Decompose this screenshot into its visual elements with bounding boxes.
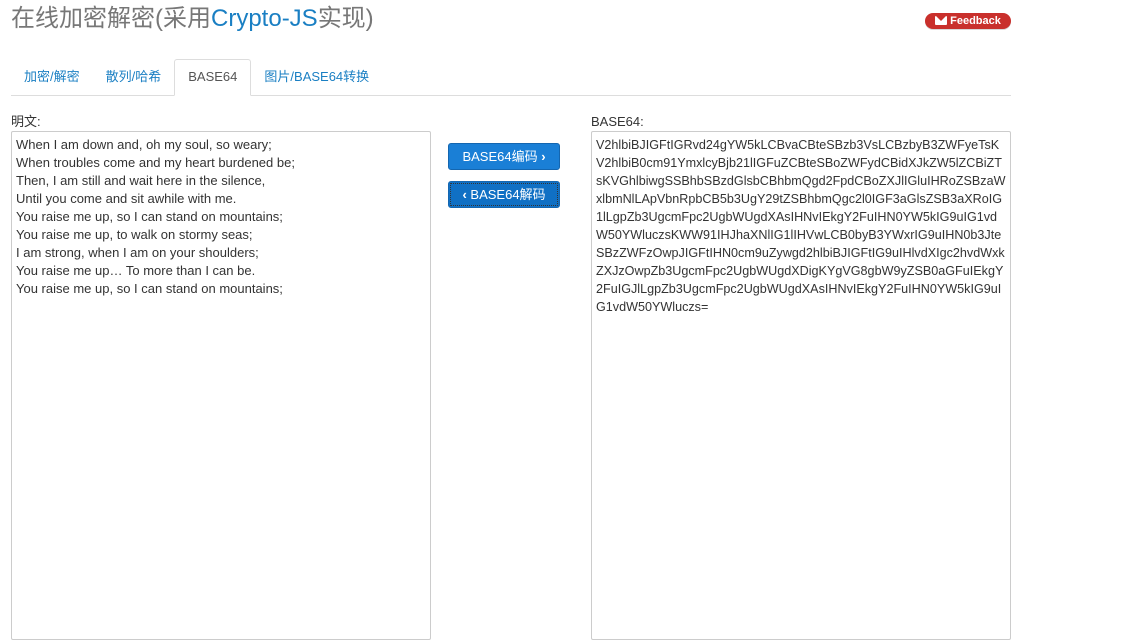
tab-encrypt-decrypt[interactable]: 加密/解密	[11, 59, 93, 94]
page-title: 在线加密解密(采用Crypto-JS实现)	[11, 4, 374, 34]
feedback-label: Feedback	[950, 15, 1001, 27]
base64-textarea[interactable]: V2hlbiBJIGFtIGRvd24gYW5kLCBvaCBteSBzb3Vs…	[591, 131, 1011, 640]
plaintext-line: When troubles come and my heart burdened…	[16, 155, 295, 170]
base64-label: BASE64:	[591, 114, 644, 129]
envelope-icon	[935, 16, 948, 25]
plaintext-line: I am strong, when I am on your shoulders…	[16, 245, 259, 260]
plaintext-line: When I am down and, oh my soul, so weary…	[16, 137, 272, 152]
base64-encode-button[interactable]: BASE64编码 ›	[448, 143, 560, 170]
tab-hash[interactable]: 散列/哈希	[93, 59, 175, 94]
plaintext-line: You raise me up… To more than I can be.	[16, 263, 256, 278]
plaintext-line: You raise me up, so I can stand on mount…	[16, 209, 283, 224]
plaintext-textarea[interactable]: When I am down and, oh my soul, so weary…	[11, 131, 431, 640]
plaintext-line: You raise me up, to walk on stormy seas;	[16, 227, 253, 242]
tab-image-base64[interactable]: 图片/BASE64转换	[251, 59, 382, 94]
title-prefix: 在线加密解密(采用	[11, 5, 211, 32]
base64-value: V2hlbiBJIGFtIGRvd24gYW5kLCBvaCBteSBzb3Vs…	[596, 138, 1006, 314]
plaintext-line: Then, I am still and wait here in the si…	[16, 173, 266, 188]
title-suffix: 实现)	[317, 5, 374, 32]
plaintext-line: You raise me up, so I can stand on mount…	[16, 281, 283, 296]
plaintext-line: Until you come and sit awhile with me.	[16, 191, 237, 206]
decode-label: BASE64解码	[470, 187, 546, 202]
encode-label: BASE64编码	[462, 149, 538, 164]
tab-base64[interactable]: BASE64	[174, 59, 252, 96]
base64-decode-button[interactable]: ‹ BASE64解码	[448, 181, 560, 208]
title-accent: Crypto-JS	[211, 5, 318, 32]
plaintext-label: 明文:	[11, 114, 41, 129]
tab-bar: 加密/解密 散列/哈希 BASE64 图片/BASE64转换	[11, 59, 1011, 96]
chevron-left-icon: ‹	[462, 187, 467, 202]
feedback-button[interactable]: Feedback	[925, 13, 1011, 29]
chevron-right-icon: ›	[541, 149, 546, 164]
